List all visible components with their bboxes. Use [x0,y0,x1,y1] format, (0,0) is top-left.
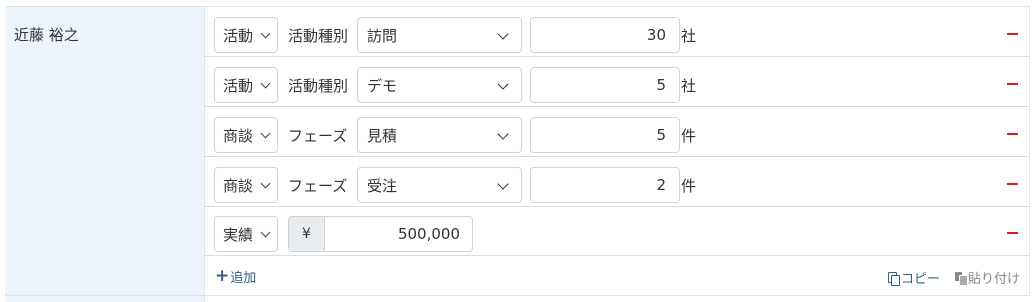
kind-label: フェーズ [288,127,348,145]
paste-button[interactable]: 貼り付け [955,268,1020,287]
target-row: 活動 活動種別 訪問 30 社 [205,7,1030,57]
unit-label: 件 [681,127,697,145]
category-value: 活動 [223,76,254,95]
category-value: 商談 [223,176,254,195]
currency-addon: ¥ [289,217,325,251]
copy-icon [888,271,900,286]
kind-label: 活動種別 [288,27,349,45]
target-value-input[interactable]: 5 [530,117,680,153]
chevron-down-icon [260,178,271,189]
add-label: 追加 [230,271,257,286]
kind-select-value: 訪問 [367,26,398,45]
kind-label: フェーズ [288,177,348,195]
plus-icon: + [215,266,230,286]
target-row: 商談 フェーズ 受注 2 件 [205,157,1030,207]
kind-select[interactable]: 受注 [357,167,522,203]
target-value: 30 [646,26,666,44]
category-select[interactable]: 実績 [214,216,278,252]
person-name: 近藤 裕之 [14,26,79,44]
kind-select[interactable]: 見積 [357,117,522,153]
kind-select[interactable]: 訪問 [357,17,522,53]
person-cell: 近藤 裕之 [5,6,205,302]
target-value: 2 [656,176,666,194]
category-select[interactable]: 活動 [214,17,278,53]
copy-label: コピー [901,272,941,287]
target-value-input[interactable]: 30 [530,17,680,53]
row-actions: + 追加 コピー 貼り付け [205,257,1030,295]
unit-label: 社 [681,27,697,45]
chevron-down-icon [497,178,509,190]
category-value: 商談 [223,126,254,145]
target-value-input[interactable]: 5 [530,67,680,103]
paste-label: 貼り付け [968,272,1021,287]
amount-value: 500,000 [397,225,460,243]
kind-label: 活動種別 [288,77,349,95]
amount-input[interactable]: ¥ 500,000 [288,216,473,252]
chevron-down-icon [497,128,509,140]
kind-select-value: デモ [367,76,398,95]
paste-icon [955,271,968,286]
target-editor: 近藤 裕之 活動 活動種別 訪問 30 社 活動 活動種別 デモ 5 社 商談 … [0,0,1035,302]
category-value: 実績 [223,225,254,244]
chevron-down-icon [260,128,271,139]
chevron-down-icon [260,28,271,39]
category-select[interactable]: 商談 [214,117,278,153]
target-row: 活動 活動種別 デモ 5 社 [205,57,1030,107]
chevron-down-icon [260,227,271,238]
category-select[interactable]: 活動 [214,67,278,103]
minus-icon[interactable] [1007,83,1018,85]
target-value-input[interactable]: 2 [530,167,680,203]
target-row: 商談 フェーズ 見積 5 件 [205,107,1030,157]
target-value: 5 [656,76,666,94]
unit-label: 件 [681,177,697,195]
chevron-down-icon [497,78,509,90]
kind-select[interactable]: デモ [357,67,522,103]
category-select[interactable]: 商談 [214,167,278,203]
chevron-down-icon [497,28,509,40]
target-value: 5 [656,126,666,144]
unit-label: 社 [681,77,697,95]
add-button[interactable]: + 追加 [215,266,257,287]
category-value: 活動 [223,26,254,45]
kind-select-value: 受注 [367,176,398,195]
copy-button[interactable]: コピー [888,268,940,287]
chevron-down-icon [260,78,271,89]
minus-icon[interactable] [1007,33,1018,35]
minus-icon[interactable] [1007,133,1018,135]
minus-icon[interactable] [1007,232,1018,234]
result-row: 実績 ¥ 500,000 [205,206,1030,256]
table-bottom-border [5,295,1030,296]
kind-select-value: 見積 [367,126,398,145]
minus-icon[interactable] [1007,183,1018,185]
